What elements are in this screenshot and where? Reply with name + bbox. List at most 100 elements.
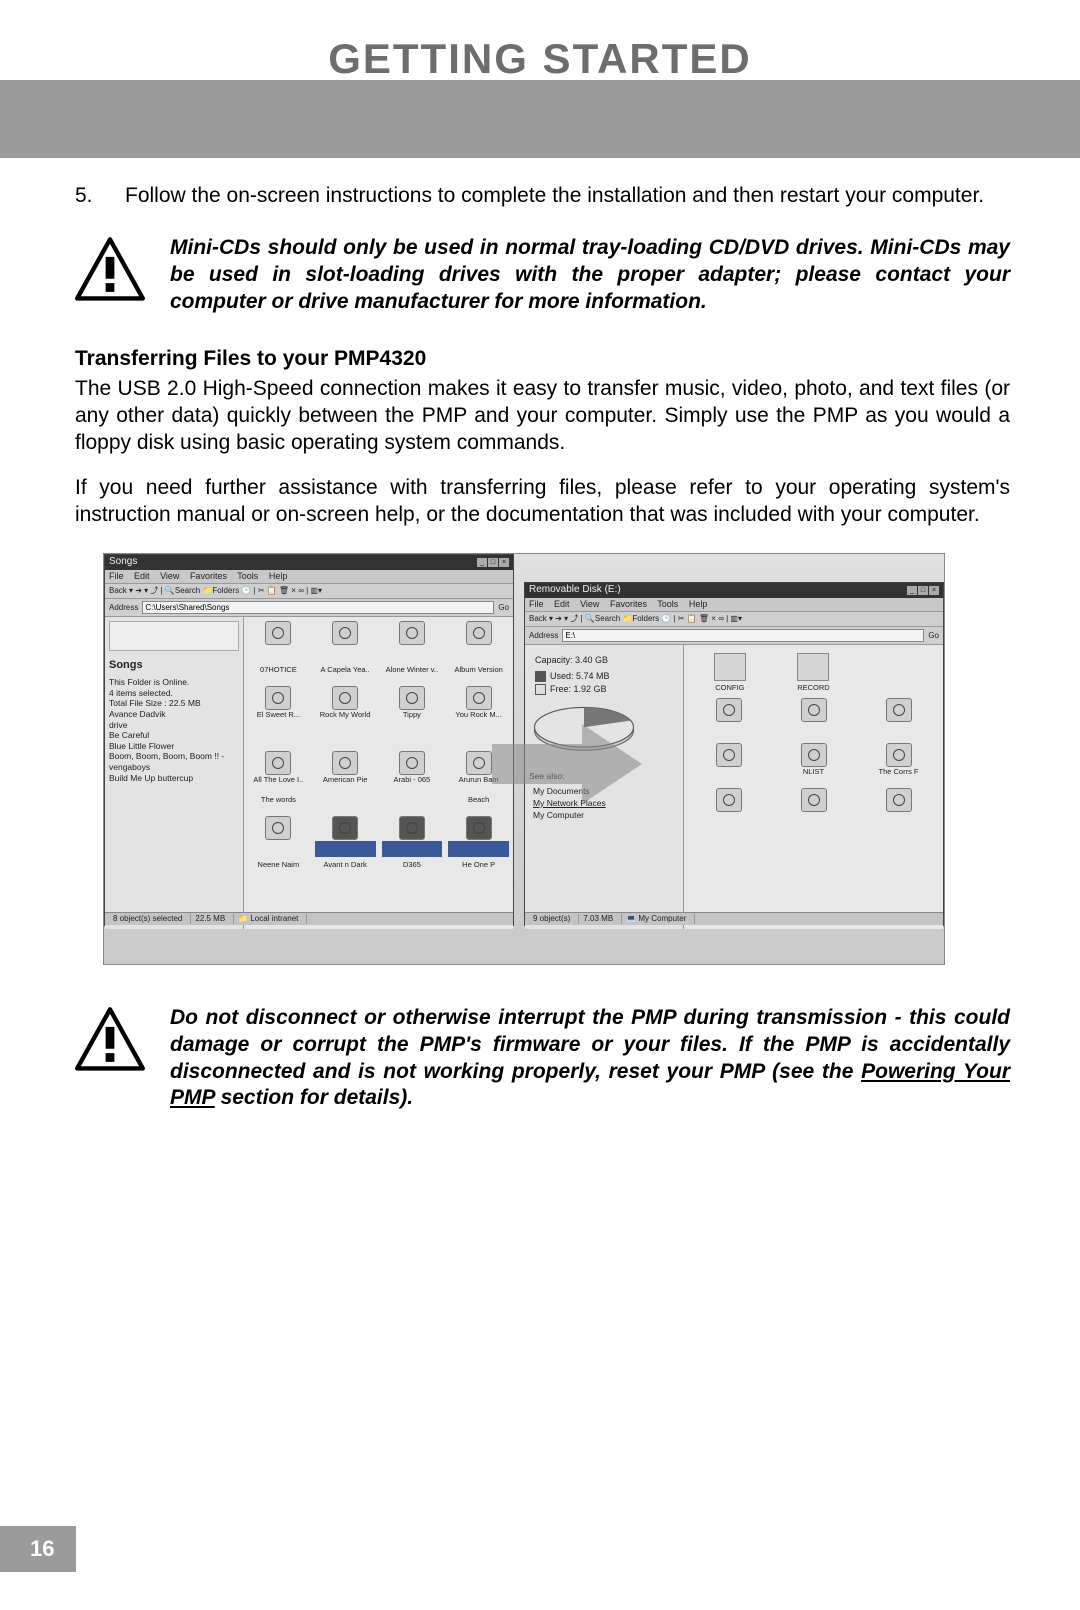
side-line: 4 items selected.	[109, 688, 239, 699]
file-grid: 07HOTICEA Capela Yea..Alone Winter v..Al…	[244, 617, 513, 929]
menu-edit[interactable]: Edit	[554, 599, 570, 609]
file-cell[interactable]: D365	[381, 860, 444, 878]
window-controls: _□×	[906, 584, 939, 597]
file-label	[689, 813, 768, 829]
address-label: Address	[529, 631, 558, 641]
status-objects: 9 object(s)	[529, 914, 579, 924]
file-cell[interactable]	[688, 697, 769, 740]
file-cell[interactable]	[314, 620, 377, 663]
file-cell[interactable]	[773, 697, 854, 740]
minimize-icon[interactable]: _	[907, 586, 917, 595]
close-icon[interactable]: ×	[929, 586, 939, 595]
file-cell[interactable]: Arabi - 065	[381, 750, 444, 793]
link-my-computer[interactable]: My Computer	[533, 810, 675, 821]
file-cell[interactable]	[314, 795, 377, 813]
file-label: Album Version	[448, 666, 509, 682]
side-heading: Songs	[109, 659, 239, 673]
file-cell[interactable]	[381, 815, 444, 858]
menu-favorites[interactable]: Favorites	[610, 599, 647, 609]
file-label	[382, 646, 443, 662]
sidebar: Songs This Folder is Online.4 items sele…	[105, 617, 244, 929]
capacity-text: Capacity: 3.40 GB	[535, 655, 665, 666]
file-cell[interactable]	[247, 730, 310, 748]
file-cell[interactable]	[688, 787, 769, 830]
file-icon	[265, 621, 291, 645]
file-cell[interactable]	[688, 742, 769, 785]
maximize-icon[interactable]: □	[488, 558, 498, 567]
menu-file[interactable]: File	[529, 599, 544, 609]
file-cell[interactable]: The words	[247, 795, 310, 813]
window-titlebar: Songs _□×	[105, 555, 513, 570]
file-cell[interactable]	[247, 620, 310, 663]
file-cell[interactable]: 07HOTICE	[247, 665, 310, 683]
file-cell[interactable]	[773, 787, 854, 830]
file-icon	[466, 816, 492, 840]
file-cell[interactable]: Alone Winter v..	[381, 665, 444, 683]
file-cell[interactable]	[858, 697, 939, 740]
menu-help[interactable]: Help	[689, 599, 708, 609]
file-cell[interactable]: A Capela Yea..	[314, 665, 377, 683]
file-cell[interactable]: Neene Naim	[247, 860, 310, 878]
minimize-icon[interactable]: _	[477, 558, 487, 567]
file-cell[interactable]: American Pie	[314, 750, 377, 793]
maximize-icon[interactable]: □	[918, 586, 928, 595]
menu-help[interactable]: Help	[269, 571, 288, 581]
menu-view[interactable]: View	[160, 571, 179, 581]
status-bar: 9 object(s) 7.03 MB 💻 My Computer	[525, 912, 943, 925]
menu-tools[interactable]: Tools	[237, 571, 258, 581]
file-cell[interactable]	[314, 730, 377, 748]
go-button[interactable]: Go	[498, 603, 509, 613]
step-number: 5.	[75, 183, 125, 210]
file-label: The words	[248, 796, 309, 812]
file-cell[interactable]	[447, 620, 510, 663]
page-number: 16	[0, 1526, 76, 1572]
menu-edit[interactable]: Edit	[134, 571, 150, 581]
note2-post: section for details).	[215, 1086, 413, 1109]
menu-favorites[interactable]: Favorites	[190, 571, 227, 581]
menu-bar: File Edit View Favorites Tools Help	[105, 570, 513, 585]
file-cell[interactable]: The Corrs F	[858, 742, 939, 785]
menu-view[interactable]: View	[580, 599, 599, 609]
file-label: Avant n Dark	[315, 861, 376, 877]
go-button[interactable]: Go	[928, 631, 939, 641]
file-icon	[716, 698, 742, 722]
menu-tools[interactable]: Tools	[657, 599, 678, 609]
file-cell[interactable]: Rock My World	[314, 685, 377, 728]
file-icon	[886, 743, 912, 767]
step-text: Follow the on-screen instructions to com…	[125, 183, 1010, 210]
file-label: Arabi - 065	[382, 776, 443, 792]
file-label: El Sweet R...	[248, 711, 309, 727]
close-icon[interactable]: ×	[499, 558, 509, 567]
file-cell[interactable]	[381, 795, 444, 813]
file-cell[interactable]: El Sweet R...	[247, 685, 310, 728]
file-label	[315, 731, 376, 747]
file-label	[248, 731, 309, 747]
file-icon	[399, 621, 425, 645]
menu-file[interactable]: File	[109, 571, 124, 581]
warning-icon	[75, 1005, 170, 1083]
section-heading: Transferring Files to your PMP4320	[75, 346, 1010, 373]
file-cell[interactable]	[381, 730, 444, 748]
file-transfer-screenshot: Songs _□× File Edit View Favorites Tools…	[103, 553, 945, 965]
file-cell[interactable]: Avant n Dark	[314, 860, 377, 878]
file-cell[interactable]	[247, 815, 310, 858]
address-input[interactable]	[142, 601, 494, 614]
file-cell[interactable]: NLIST	[773, 742, 854, 785]
file-label: American Pie	[315, 776, 376, 792]
toolbar[interactable]: Back ▾ ➔ ▾ ⤴ | 🔍Search 📁Folders 🕑 | ✂ 📋 …	[105, 584, 513, 599]
file-cell[interactable]	[858, 787, 939, 830]
toolbar[interactable]: Back ▾ ➔ ▾ ⤴ | 🔍Search 📁Folders 🕑 | ✂ 📋 …	[525, 612, 943, 627]
file-cell[interactable]	[314, 815, 377, 858]
file-icon	[801, 698, 827, 722]
address-input[interactable]	[562, 629, 924, 642]
file-cell[interactable]: Tippy	[381, 685, 444, 728]
file-cell[interactable]	[381, 620, 444, 663]
file-cell[interactable]: He One P	[447, 860, 510, 878]
file-cell[interactable]	[447, 815, 510, 858]
file-cell[interactable]: Album Version	[447, 665, 510, 683]
folder-icon[interactable]	[797, 653, 829, 681]
file-cell[interactable]: All The Love I..	[247, 750, 310, 793]
folder-icon[interactable]	[714, 653, 746, 681]
file-label: All The Love I..	[248, 776, 309, 792]
status-size: 22.5 MB	[191, 914, 234, 924]
